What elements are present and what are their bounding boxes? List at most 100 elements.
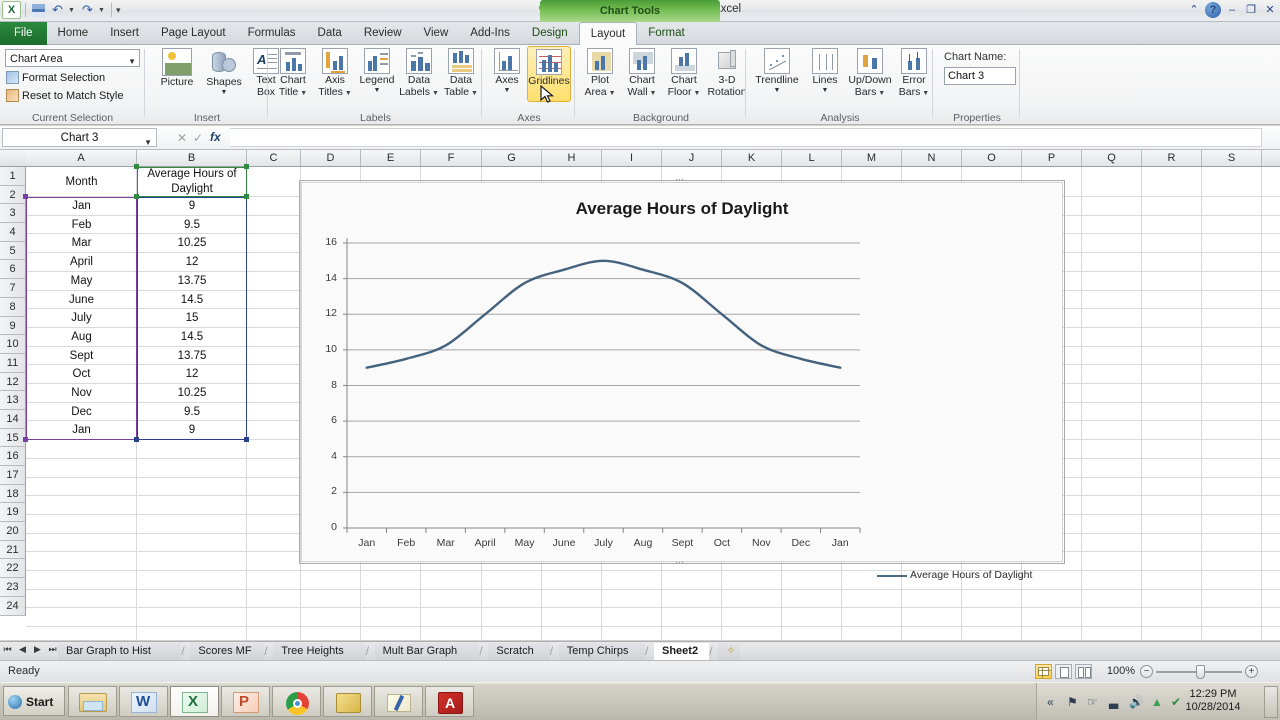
acrobat-taskbar-icon[interactable]: A (425, 686, 474, 717)
last-sheet-button[interactable]: ⏭ (47, 644, 58, 655)
tab-home[interactable]: Home (47, 22, 100, 45)
row-header-6[interactable]: 6 (0, 260, 26, 280)
page-break-preview-button[interactable] (1075, 664, 1092, 679)
range-selection-handle[interactable] (244, 164, 249, 169)
grid-cell[interactable]: 9.5 (137, 216, 247, 235)
row-header-16[interactable]: 16 (0, 447, 26, 466)
lines-button[interactable]: Lines ▼ (804, 48, 846, 95)
row-header-1[interactable]: 1 (0, 167, 26, 186)
data-labels-button[interactable]: Data Labels ▼ (398, 48, 440, 99)
column-header-O[interactable]: O (962, 150, 1022, 166)
chevron-down-icon[interactable]: ▼ (356, 87, 398, 95)
column-header-G[interactable]: G (482, 150, 542, 166)
chevron-down-icon[interactable]: ▼ (750, 87, 804, 95)
prev-sheet-button[interactable]: ◀ (17, 644, 28, 655)
tab-insert[interactable]: Insert (99, 22, 150, 45)
formula-input[interactable] (230, 128, 1262, 147)
column-header-D[interactable]: D (301, 150, 361, 166)
name-box[interactable]: Chart 3 ▼ (2, 128, 157, 147)
chart-title-button[interactable]: Chart Title ▼ (272, 48, 314, 99)
chart-floor-button[interactable]: Chart Floor ▼ (663, 48, 705, 99)
show-desktop-button[interactable] (1264, 686, 1278, 718)
view-buttons[interactable] (1035, 664, 1092, 679)
next-sheet-button[interactable]: ▶ (32, 644, 43, 655)
range-selection-handle[interactable] (244, 194, 249, 199)
row-header-20[interactable]: 20 (0, 522, 26, 541)
minimize-icon[interactable]: – (1224, 2, 1240, 18)
grid-cell[interactable]: Jan (26, 421, 137, 440)
chart-object[interactable]: Average Hours of Daylight 0 2 4 6 8 10 12 14 16 J… (301, 182, 1064, 581)
chart-name-input[interactable]: Chart 3 (944, 67, 1016, 85)
column-header-L[interactable]: L (782, 150, 842, 166)
column-header-C[interactable]: C (247, 150, 301, 166)
explorer-taskbar-icon[interactable] (68, 686, 117, 717)
format-selection-button[interactable]: Format Selection (6, 71, 105, 85)
column-header-K[interactable]: K (722, 150, 782, 166)
tab-add-ins[interactable]: Add-Ins (459, 22, 521, 45)
ribbon-minimize-icon[interactable]: ⌃ (1186, 2, 1202, 18)
row-header-12[interactable]: 12 (0, 372, 26, 392)
grid-cell[interactable]: 10.25 (137, 384, 247, 403)
zoom-out-button[interactable]: − (1140, 665, 1153, 678)
tab-design[interactable]: Design (521, 22, 579, 45)
insert-function-icon[interactable]: fx (210, 130, 221, 144)
grid-cell[interactable]: April (26, 253, 137, 272)
zoom-in-button[interactable]: + (1245, 665, 1258, 678)
grid-cell[interactable]: Nov (26, 384, 137, 403)
row-header-13[interactable]: 13 (0, 391, 26, 410)
column-header-I[interactable]: I (602, 150, 662, 166)
tab-view[interactable]: View (413, 22, 460, 45)
column-header-E[interactable]: E (361, 150, 421, 166)
row-header-5[interactable]: 5 (0, 241, 26, 261)
chart-element-combo[interactable]: Chart Area ▼ (5, 49, 140, 67)
gridlines-button[interactable]: Gridlines (527, 46, 571, 102)
column-header-Q[interactable]: Q (1082, 150, 1142, 166)
tab-data[interactable]: Data (307, 22, 353, 45)
column-header-B[interactable]: B (137, 150, 247, 166)
grid-cell[interactable]: Month (26, 167, 137, 197)
picture-button[interactable]: Picture (152, 48, 202, 89)
plot-area-button[interactable]: Plot Area ▼ (579, 48, 621, 99)
error-bars-button[interactable]: Error Bars ▼ (894, 48, 934, 99)
column-header-N[interactable]: N (902, 150, 962, 166)
grid-cell[interactable]: 15 (137, 309, 247, 328)
excel-taskbar-icon[interactable]: X (170, 686, 219, 717)
row-header-17[interactable]: 17 (0, 466, 26, 485)
tab-page-layout[interactable]: Page Layout (150, 22, 237, 45)
row-header-21[interactable]: 21 (0, 540, 26, 560)
network-icon[interactable]: ▃ (1109, 695, 1118, 709)
tab-review[interactable]: Review (353, 22, 413, 45)
show-hidden-icons-icon[interactable]: « (1047, 695, 1054, 709)
tab-formulas[interactable]: Formulas (237, 22, 307, 45)
chevron-down-icon[interactable]: ▼ (487, 87, 527, 95)
data-table-button[interactable]: Data Table ▼ (440, 48, 482, 99)
legend-series-label[interactable]: Average Hours of Daylight (910, 569, 1032, 581)
chart-canvas[interactable] (302, 183, 1064, 563)
reset-to-match-style-button[interactable]: Reset to Match Style (6, 89, 124, 103)
powerpoint-taskbar-icon[interactable]: P (221, 686, 270, 717)
column-header-H[interactable]: H (542, 150, 602, 166)
grid-cell[interactable]: Mar (26, 234, 137, 253)
range-selection-handle[interactable] (134, 164, 139, 169)
grid-cell[interactable]: 14.5 (137, 291, 247, 310)
grid-cell[interactable]: Average Hours of Daylight (137, 167, 247, 197)
tab-file[interactable]: File (0, 22, 47, 45)
range-selection-handle[interactable] (23, 437, 28, 443)
row-header-22[interactable]: 22 (0, 559, 26, 579)
shapes-button[interactable]: Shapes ▼ (200, 48, 248, 97)
column-header-R[interactable]: R (1142, 150, 1202, 166)
system-tray[interactable]: « ⚑ ☞ ▃ 🔊 ▲ ✔ 12:29 PM 10/28/2014 (1036, 683, 1280, 720)
column-header-P[interactable]: P (1022, 150, 1082, 166)
range-selection-handle[interactable] (23, 194, 28, 199)
close-icon[interactable]: ✕ (1262, 2, 1278, 18)
column-header-J[interactable]: J (662, 150, 722, 166)
paint-taskbar-icon[interactable] (374, 686, 423, 717)
row-header-3[interactable]: 3 (0, 204, 26, 224)
flag-action-center-icon[interactable]: ⚑ (1067, 695, 1078, 709)
row-header-19[interactable]: 19 (0, 503, 26, 523)
zoom-level-label[interactable]: 100% (1107, 665, 1135, 677)
row-header-11[interactable]: 11 (0, 353, 26, 373)
grid-cell[interactable]: Dec (26, 403, 137, 422)
window-controls[interactable]: ⌃ ? – ❐ ✕ (1186, 2, 1278, 18)
sheet-tab-sheet2[interactable]: Sheet2 (654, 643, 710, 661)
